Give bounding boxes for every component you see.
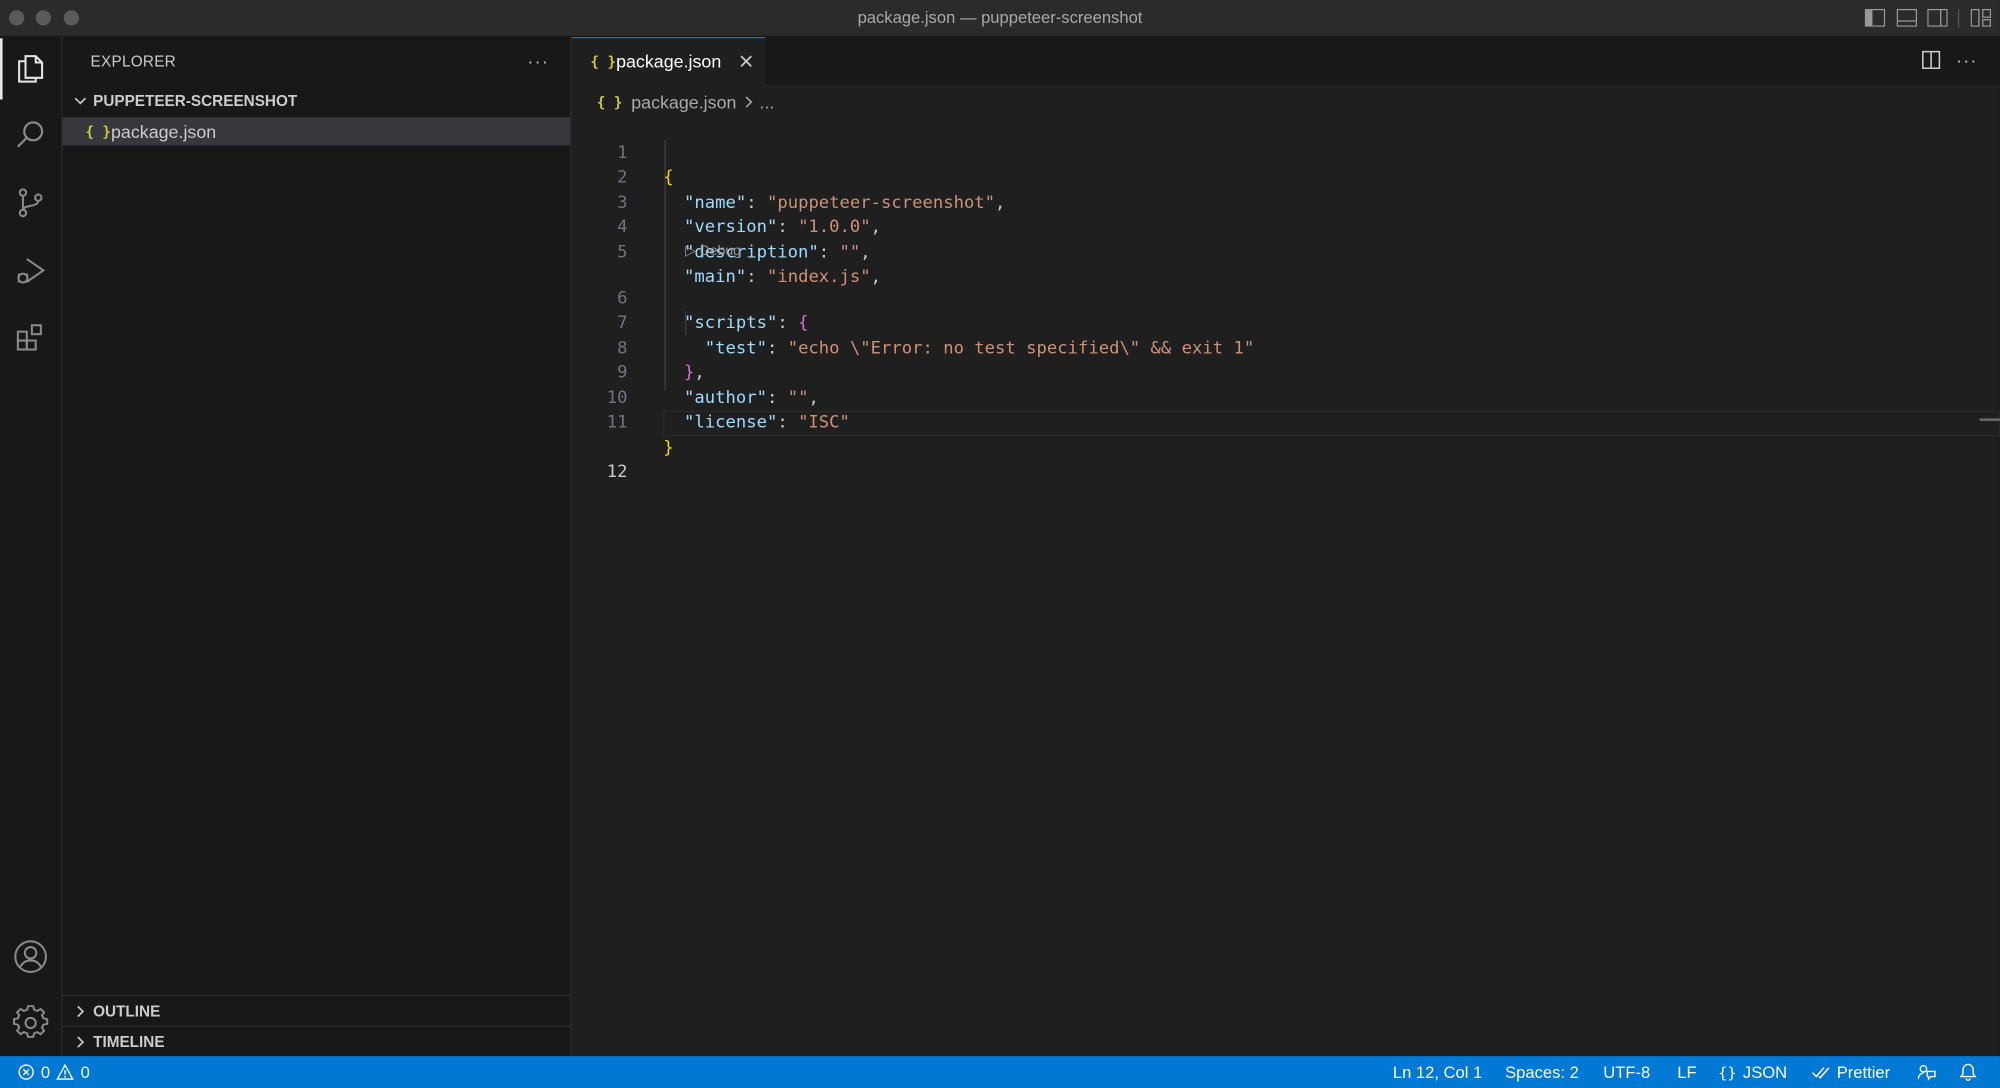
sidebar-title: EXPLORER <box>90 52 176 71</box>
warning-icon <box>56 1063 75 1081</box>
json-braces-icon: {} <box>1718 1063 1737 1081</box>
indentation-status[interactable]: Spaces: 2 <box>1505 1056 1579 1088</box>
sidebar-header: EXPLORER ··· <box>62 37 571 85</box>
eol-status[interactable]: LF <box>1677 1056 1696 1088</box>
extensions-icon[interactable] <box>0 307 61 368</box>
json-file-icon: { } <box>596 93 623 111</box>
notifications-bell-icon[interactable] <box>1959 1056 1977 1088</box>
activity-bar <box>0 36 63 1057</box>
prettier-status[interactable]: Prettier <box>1811 1056 1890 1088</box>
outline-label: OUTLINE <box>93 1001 161 1020</box>
language-label: JSON <box>1742 1062 1788 1082</box>
current-line-highlight <box>663 410 2000 437</box>
search-icon[interactable] <box>0 105 61 166</box>
chevron-down-icon <box>68 93 94 108</box>
chevron-right-icon <box>68 1003 94 1018</box>
line-number: 12 <box>606 461 628 483</box>
language-mode-status[interactable]: {} JSON <box>1718 1056 1787 1088</box>
breadcrumb: { } package.json ... <box>597 88 774 116</box>
code-line: 10 "license": "ISC" <box>571 361 2000 432</box>
breadcrumb-file[interactable]: package.json <box>631 92 736 112</box>
source-control-icon[interactable] <box>0 172 61 233</box>
editor-more-actions-button[interactable]: ··· <box>1954 47 1980 73</box>
explorer-sidebar: EXPLORER ··· PUPPETEER-SCREENSHOT { } pa… <box>62 36 572 1057</box>
editor-area: { } package.json ··· { } package.json ..… <box>571 36 2000 1057</box>
warning-count: 0 <box>80 1062 90 1082</box>
chevron-right-icon <box>744 94 754 109</box>
file-tree-item[interactable]: { } package.json <box>62 117 571 146</box>
overview-ruler-cursor-mark <box>1979 418 2000 421</box>
window-title: package.json — puppeteer-screenshot <box>857 7 1143 27</box>
toggle-panel-icon[interactable] <box>1896 8 1918 27</box>
sidebar-more-actions-button[interactable]: ··· <box>524 47 552 75</box>
close-icon[interactable] <box>736 51 756 71</box>
vscode-window: package.json — puppeteer-screenshot EXPL… <box>0 0 2000 1088</box>
tab-bar: { } package.json ··· <box>571 36 2000 85</box>
toggle-secondary-sidebar-icon[interactable] <box>1927 8 1948 27</box>
timeline-section-header[interactable]: TIMELINE <box>62 1025 572 1057</box>
problems-status[interactable]: 0 0 <box>18 1056 90 1088</box>
error-count: 0 <box>40 1062 51 1082</box>
code-editor[interactable]: 1 { 2 "name": "puppeteer-screenshot", 3 … <box>571 116 2000 1056</box>
run-and-debug-icon[interactable] <box>0 240 61 301</box>
encoding-status[interactable]: UTF-8 <box>1603 1056 1650 1088</box>
manage-gear-icon[interactable] <box>0 992 61 1053</box>
outline-section-header[interactable]: OUTLINE <box>62 994 572 1026</box>
cursor-position-status[interactable]: Ln 12, Col 1 <box>1393 1056 1482 1088</box>
tab-package-json[interactable]: { } package.json <box>571 36 766 85</box>
breadcrumb-symbols[interactable]: ... <box>759 92 774 112</box>
code-token: } <box>663 436 674 458</box>
folder-section-header[interactable]: PUPPETEER-SCREENSHOT <box>62 87 571 115</box>
status-bar: 0 0 Ln 12, Col 1 Spaces: 2 UTF-8 LF {} J… <box>0 1056 2000 1088</box>
customize-layout-icon[interactable] <box>1970 8 1992 27</box>
code-line: 8 }, <box>571 311 2000 382</box>
code-line: 7 "test": "echo \"Error: no test specifi… <box>571 286 2000 357</box>
code-line: 6 "scripts": { <box>571 261 2000 333</box>
title-bar-divider <box>1957 8 1960 29</box>
feedback-icon[interactable] <box>1917 1056 1936 1088</box>
code-line: 4 "description": "", <box>571 191 2000 262</box>
timeline-label: TIMELINE <box>93 1032 165 1051</box>
formatter-label: Prettier <box>1836 1062 1891 1082</box>
json-string: "" <box>839 241 861 263</box>
error-icon <box>18 1064 35 1081</box>
double-check-icon <box>1811 1064 1831 1079</box>
explorer-icon[interactable] <box>0 38 61 100</box>
code-line: 11 } <box>571 386 2000 457</box>
code-line: 9 "author": "", <box>571 336 2000 407</box>
json-file-icon: { } <box>85 123 111 140</box>
json-file-icon: { } <box>590 52 616 70</box>
debug-codelens[interactable]: ▷ Debug <box>685 241 741 261</box>
code-line: 1 { <box>571 116 2000 187</box>
title-bar: package.json — puppeteer-screenshot <box>0 0 2000 37</box>
code-line: 2 "name": "puppeteer-screenshot", <box>571 141 2000 212</box>
code-line: 5 "main": "index.js", <box>571 216 2000 287</box>
code-line-current: 12 <box>571 410 2000 482</box>
tab-label: package.json <box>616 51 722 72</box>
folder-name: PUPPETEER-SCREENSHOT <box>93 91 298 110</box>
code-line: 3 "version": "1.0.0", <box>571 166 2000 237</box>
file-tree-item-label: package.json <box>110 121 217 142</box>
chevron-right-icon <box>68 1034 94 1049</box>
toggle-primary-sidebar-icon[interactable] <box>1864 8 1886 27</box>
split-editor-icon[interactable] <box>1921 50 1941 70</box>
accounts-icon[interactable] <box>0 926 61 987</box>
